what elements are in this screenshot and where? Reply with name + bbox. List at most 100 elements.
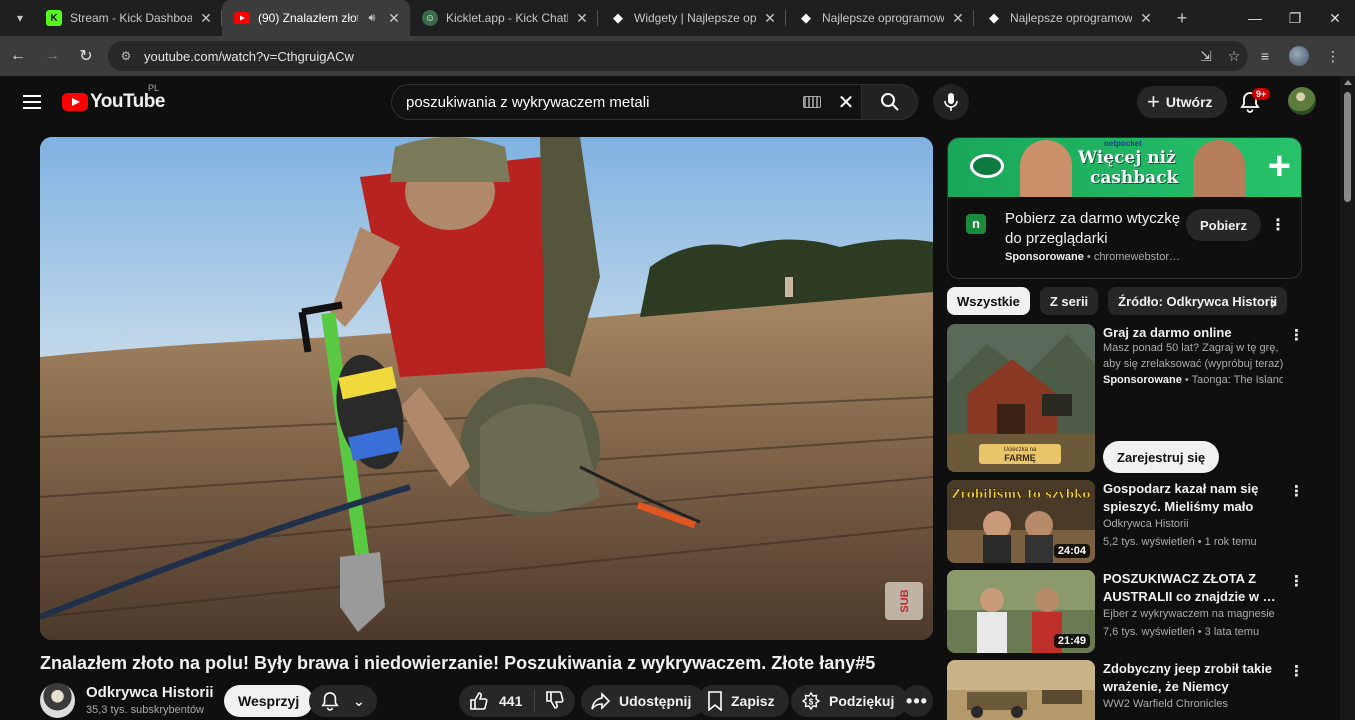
- recommendation-item[interactable]: Ucieczka na FARMĘ Graj za darmo online M…: [947, 324, 1304, 474]
- recommendation-title: Graj za darmo online: [1103, 325, 1232, 340]
- chip-source[interactable]: Źródło: Odkrywca Historii: [1108, 287, 1288, 315]
- browser-tab-1[interactable]: K Stream - Kick Dashboard ✕: [34, 0, 222, 36]
- save-button[interactable]: Zapisz: [697, 685, 789, 717]
- bookmark-star-icon[interactable]: ☆: [1220, 48, 1248, 65]
- video-duration: 24:04: [1053, 544, 1090, 558]
- address-bar[interactable]: ⚙ youtube.com/watch?v=CthgruigACw ⇲ ☆: [108, 41, 1248, 71]
- recommendation-title: Gospodarz kazał nam się spieszyć. Mieliś…: [1103, 481, 1259, 514]
- recommendation-channel[interactable]: WW2 Warfield Chronicles: [1103, 698, 1283, 710]
- close-tab-icon[interactable]: ✕: [762, 10, 778, 26]
- tab-search-icon[interactable]: ▾: [6, 4, 34, 32]
- chip-series[interactable]: Z serii: [1039, 287, 1099, 315]
- menu-icon[interactable]: [12, 82, 52, 122]
- ad-more-icon[interactable]: ⋮: [1270, 215, 1286, 235]
- more-options-icon[interactable]: ⋮: [1289, 572, 1304, 590]
- reload-icon[interactable]: ↻: [70, 40, 102, 72]
- ad-banner-text: Więcej niż cashback: [1078, 148, 1178, 188]
- thanks-button[interactable]: $ Podziękuj: [791, 685, 909, 717]
- forward-icon[interactable]: →: [36, 40, 68, 72]
- support-button[interactable]: Wesprzyj: [224, 685, 314, 717]
- recommendation-thumbnail[interactable]: Zrobiliśmy to szybko 24:04: [947, 480, 1095, 563]
- recommendation-item[interactable]: 21:49 POSZUKIWACZ ZŁOTA Z AUSTRALII co z…: [947, 570, 1304, 654]
- diamond-icon: ◆: [801, 10, 811, 25]
- like-button[interactable]: 441: [459, 690, 536, 712]
- scroll-up-icon[interactable]: [1344, 80, 1352, 85]
- register-button[interactable]: Zarejestruj się: [1103, 441, 1220, 473]
- search-input[interactable]: poszukiwania z wykrywaczem metali ✕: [391, 84, 862, 120]
- ad-meta: Sponsorowane • chromewebstor…: [1005, 251, 1181, 263]
- keyboard-icon[interactable]: [803, 96, 821, 108]
- recommendation-thumbnail[interactable]: Ucieczka na FARMĘ: [947, 324, 1095, 472]
- recommendation-thumbnail[interactable]: [947, 660, 1095, 720]
- youtube-play-icon: [62, 93, 88, 111]
- browser-tab-6[interactable]: ◆ Najlepsze oprogramowanie ✕: [974, 0, 1162, 36]
- sponsored-ad-card[interactable]: netpocket Więcej niż cashback + n Pobier…: [947, 137, 1302, 279]
- audio-icon[interactable]: 🔊︎: [364, 10, 380, 26]
- ad-banner[interactable]: netpocket Więcej niż cashback +: [948, 138, 1301, 197]
- search-button[interactable]: [862, 84, 918, 120]
- browser-tab-3[interactable]: ☺ Kicklet.app - Kick Chatbot ✕: [410, 0, 598, 36]
- more-options-icon[interactable]: ⋮: [1289, 326, 1304, 344]
- subscriber-count: 35,3 tys. subskrybentów: [86, 704, 205, 716]
- close-window-icon[interactable]: ✕: [1315, 0, 1355, 36]
- close-tab-icon[interactable]: ✕: [574, 10, 590, 26]
- browser-tab-5[interactable]: ◆ Najlepsze oprogramowanie ✕: [786, 0, 974, 36]
- recommendation-item[interactable]: Zrobiliśmy to szybko 24:04 Gospodarz kaz…: [947, 480, 1304, 564]
- browser-tab-2[interactable]: (90) Znalazłem złoto na 🔊︎ ✕: [222, 0, 410, 36]
- thanks-label: Podziękuj: [829, 693, 895, 709]
- search-query: poszukiwania z wykrywaczem metali: [406, 93, 650, 111]
- clear-search-icon[interactable]: ✕: [831, 90, 861, 115]
- chevron-right-icon[interactable]: ›: [1270, 292, 1277, 315]
- browser-tab-bar: ▾ K Stream - Kick Dashboard ✕ (90) Znala…: [0, 0, 1355, 36]
- recommendation-stats: 5,2 tys. wyświetleń • 1 rok temu: [1103, 536, 1257, 548]
- video-frame: SUB: [40, 137, 933, 640]
- channel-name[interactable]: Odkrywca Historii: [86, 684, 214, 701]
- install-app-icon[interactable]: ⇲: [1192, 48, 1220, 65]
- youtube-header: YouTube PL poszukiwania z wykrywaczem me…: [0, 76, 1340, 128]
- ad-title[interactable]: Pobierz za darmo wtyczkę do przeglądarki: [1005, 209, 1185, 249]
- youtube-logo[interactable]: YouTube PL: [62, 83, 165, 113]
- register-label: Zarejestruj się: [1117, 449, 1206, 465]
- close-tab-icon[interactable]: ✕: [198, 10, 214, 26]
- recommendation-item[interactable]: Zdobyczny jeep zrobił takie wrażenie, że…: [947, 660, 1304, 720]
- page-scrollbar[interactable]: [1340, 76, 1355, 720]
- recommendation-channel[interactable]: Ejber z wykrywaczem na magnesie: [1103, 608, 1283, 620]
- close-tab-icon[interactable]: ✕: [386, 10, 402, 26]
- thumbs-down-icon: [546, 690, 564, 709]
- recommendation-stats: 7,6 tys. wyświetleń • 3 lata temu: [1103, 626, 1260, 638]
- ad-download-button[interactable]: Pobierz: [1186, 209, 1261, 241]
- ad-cta-label: Pobierz: [1200, 217, 1247, 233]
- browser-tab-4[interactable]: ◆ Widgety | Najlepsze oprog ✕: [598, 0, 786, 36]
- more-options-icon[interactable]: ⋮: [1289, 662, 1304, 680]
- share-button[interactable]: Udostępnij: [581, 685, 706, 717]
- new-tab-icon[interactable]: +: [1168, 4, 1196, 32]
- minimize-icon[interactable]: —: [1235, 0, 1275, 36]
- close-tab-icon[interactable]: ✕: [1138, 10, 1154, 26]
- tab-title: Najlepsze oprogramowanie: [1010, 11, 1132, 25]
- more-actions-icon[interactable]: •••: [901, 685, 933, 717]
- channel-avatar[interactable]: [40, 683, 75, 718]
- chevron-down-icon: ⌄: [353, 692, 365, 709]
- close-tab-icon[interactable]: ✕: [950, 10, 966, 26]
- user-avatar[interactable]: [1288, 87, 1316, 115]
- restore-icon[interactable]: ❐: [1275, 0, 1315, 36]
- more-options-icon[interactable]: ⋮: [1289, 482, 1304, 500]
- chip-all[interactable]: Wszystkie: [947, 287, 1030, 315]
- scrollbar-thumb[interactable]: [1344, 92, 1351, 202]
- create-button[interactable]: + Utwórz: [1137, 86, 1227, 118]
- voice-search-button[interactable]: [933, 84, 969, 120]
- dislike-button[interactable]: [535, 690, 565, 713]
- channel-watermark[interactable]: SUB: [899, 589, 911, 612]
- site-info-icon[interactable]: ⚙: [118, 48, 134, 64]
- browser-menu-icon[interactable]: ⋮: [1316, 40, 1350, 72]
- profile-icon[interactable]: [1282, 40, 1316, 72]
- plus-icon: +: [1147, 89, 1160, 114]
- recommendation-thumbnail[interactable]: 21:49: [947, 570, 1095, 653]
- media-controls-icon[interactable]: ≡: [1248, 40, 1282, 72]
- back-icon[interactable]: ←: [2, 40, 34, 72]
- subscription-bell-button[interactable]: ⌄: [309, 685, 377, 717]
- like-count: 441: [499, 693, 523, 709]
- recommendation-channel[interactable]: Odkrywca Historii: [1103, 518, 1283, 530]
- video-player[interactable]: SUB: [40, 137, 933, 640]
- share-label: Udostępnij: [619, 693, 692, 709]
